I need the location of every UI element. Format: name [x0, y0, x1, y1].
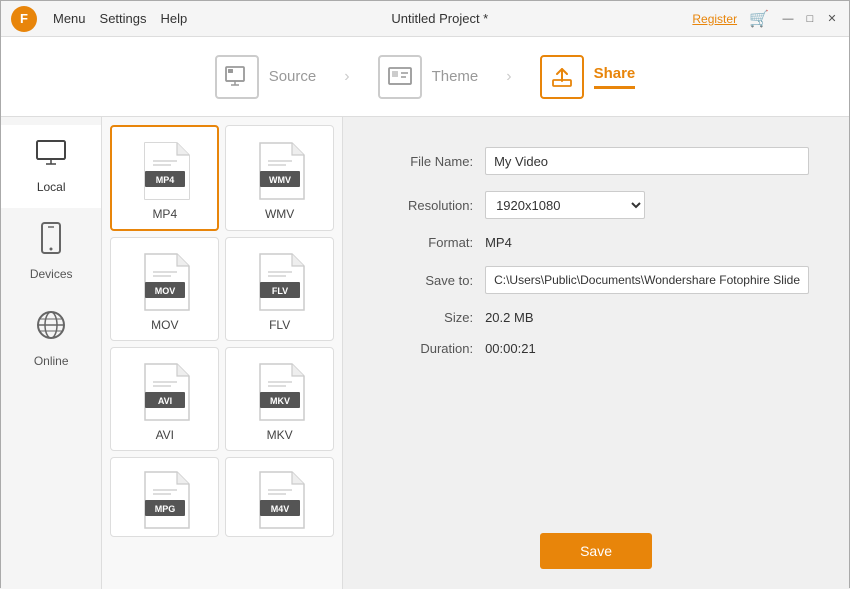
- svg-text:FLV: FLV: [271, 286, 287, 296]
- avi-label: AVI: [156, 428, 174, 442]
- source-step-label: Source: [269, 68, 317, 85]
- app-logo: F: [11, 6, 37, 32]
- main-content: Local Devices On: [1, 117, 849, 589]
- resolution-label: Resolution:: [383, 198, 473, 213]
- save-to-label: Save to:: [383, 273, 473, 288]
- wmv-file-icon: WMV: [254, 141, 306, 201]
- svg-text:M4V: M4V: [270, 504, 289, 514]
- register-link[interactable]: Register: [692, 12, 737, 26]
- menu-items: Menu Settings Help: [53, 11, 187, 26]
- flv-label: FLV: [269, 318, 290, 332]
- wmv-label: WMV: [265, 207, 294, 221]
- file-name-label: File Name:: [383, 154, 473, 169]
- duration-value: 00:00:21: [485, 341, 536, 356]
- format-label: Format:: [383, 235, 473, 250]
- format-row: Format: MP4: [383, 235, 809, 250]
- file-name-row: File Name:: [383, 147, 809, 175]
- save-button[interactable]: Save: [540, 533, 652, 569]
- format-card-mkv[interactable]: MKV MKV: [225, 347, 334, 451]
- size-row: Size: 20.2 MB: [383, 310, 809, 325]
- file-name-input[interactable]: [485, 147, 809, 175]
- sidebar-online-label: Online: [34, 354, 69, 368]
- svg-text:MKV: MKV: [270, 396, 290, 406]
- format-card-mov[interactable]: MOV MOV: [110, 237, 219, 341]
- mp4-label: MP4: [152, 207, 177, 221]
- size-label: Size:: [383, 310, 473, 325]
- maximize-button[interactable]: □: [803, 12, 817, 26]
- sidebar-item-local[interactable]: Local: [1, 125, 101, 208]
- right-panel: File Name: Resolution: 1920x1080 1280x72…: [343, 117, 849, 589]
- share-step-icon: [540, 55, 584, 99]
- mp4-file-icon: MP4: [139, 141, 191, 201]
- format-card-m4v[interactable]: M4V: [225, 457, 334, 537]
- duration-label: Duration:: [383, 341, 473, 356]
- monitor-icon: [35, 139, 67, 174]
- wizard-arrow-2: ›: [498, 68, 519, 86]
- sidebar: Local Devices On: [1, 117, 102, 589]
- mkv-label: MKV: [267, 428, 293, 442]
- svg-text:WMV: WMV: [269, 175, 291, 185]
- sidebar-item-online[interactable]: Online: [1, 295, 101, 382]
- format-area: MP4 MP4 WMV: [102, 117, 343, 589]
- minimize-button[interactable]: —: [781, 12, 795, 26]
- duration-row: Duration: 00:00:21: [383, 341, 809, 356]
- source-step-icon: [215, 55, 259, 99]
- format-grid: MP4 MP4 WMV: [110, 125, 334, 537]
- svg-text:MOV: MOV: [155, 286, 176, 296]
- svg-text:MPG: MPG: [155, 504, 176, 514]
- format-card-flv[interactable]: FLV FLV: [225, 237, 334, 341]
- share-step-label: Share: [594, 65, 636, 89]
- titlebar-left: F Menu Settings Help: [11, 6, 187, 32]
- m4v-file-icon: M4V: [254, 470, 306, 530]
- menu-settings[interactable]: Settings: [100, 11, 147, 26]
- mkv-file-icon: MKV: [254, 362, 306, 422]
- menu-menu[interactable]: Menu: [53, 11, 86, 26]
- globe-icon: [35, 309, 67, 348]
- wizard-step-source[interactable]: Source: [195, 55, 337, 99]
- format-card-wmv[interactable]: WMV WMV: [225, 125, 334, 231]
- titlebar-right: Register 🛒 — □ ✕: [692, 9, 839, 29]
- wizard-arrow-1: ›: [336, 68, 357, 86]
- svg-text:AVI: AVI: [158, 396, 172, 406]
- titlebar: F Menu Settings Help Untitled Project * …: [1, 1, 849, 37]
- svg-text:MP4: MP4: [156, 175, 175, 185]
- wizard-bar: Source › Theme › Share: [1, 37, 849, 117]
- resolution-select[interactable]: 1920x1080 1280x720 854x480 640x360: [485, 191, 645, 219]
- mov-file-icon: MOV: [139, 252, 191, 312]
- close-button[interactable]: ✕: [825, 12, 839, 26]
- menu-help[interactable]: Help: [161, 11, 188, 26]
- phone-icon: [39, 222, 63, 261]
- save-to-row: Save to: C:\Users\Public\Documents\Wonde…: [383, 266, 809, 294]
- wizard-step-theme[interactable]: Theme: [358, 55, 499, 99]
- theme-step-icon: [378, 55, 422, 99]
- window-controls: — □ ✕: [781, 12, 839, 26]
- format-card-mp4[interactable]: MP4 MP4: [110, 125, 219, 231]
- cart-icon[interactable]: 🛒: [749, 9, 769, 29]
- sidebar-devices-label: Devices: [30, 267, 73, 281]
- window-title: Untitled Project *: [391, 11, 488, 26]
- size-value: 20.2 MB: [485, 310, 533, 325]
- format-value: MP4: [485, 235, 512, 250]
- flv-file-icon: FLV: [254, 252, 306, 312]
- sidebar-item-devices[interactable]: Devices: [1, 208, 101, 295]
- avi-file-icon: AVI: [139, 362, 191, 422]
- mov-label: MOV: [151, 318, 178, 332]
- resolution-row: Resolution: 1920x1080 1280x720 854x480 6…: [383, 191, 809, 219]
- format-card-avi[interactable]: AVI AVI: [110, 347, 219, 451]
- format-card-mpg[interactable]: MPG: [110, 457, 219, 537]
- save-to-path[interactable]: C:\Users\Public\Documents\Wondershare Fo…: [485, 266, 809, 294]
- wizard-step-share[interactable]: Share: [520, 55, 656, 99]
- theme-step-label: Theme: [432, 68, 479, 85]
- sidebar-local-label: Local: [37, 180, 66, 194]
- mpg-file-icon: MPG: [139, 470, 191, 530]
